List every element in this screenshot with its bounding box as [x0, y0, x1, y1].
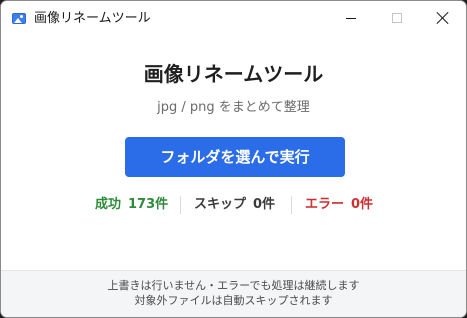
- footer-notes: 上書きは行いません・エラーでも処理は継続します 対象外ファイルは自動スキップされ…: [1, 270, 466, 317]
- stat-success-value: 173件: [128, 197, 169, 212]
- page-subtitle: jpg / png をまとめて整理: [157, 100, 310, 115]
- stat-skip: スキップ 0件: [194, 195, 275, 215]
- image-icon: [12, 13, 26, 24]
- maximize-icon: [392, 13, 402, 23]
- footer-note-overwrite: 上書きは行いません・エラーでも処理は継続します: [107, 279, 360, 292]
- close-button[interactable]: [420, 1, 466, 37]
- title-bar[interactable]: 画像リネームツール: [1, 1, 466, 37]
- stat-divider: [180, 196, 181, 214]
- select-folder-run-button[interactable]: フォルダを選んで実行: [125, 137, 345, 177]
- stat-success-label: 成功: [95, 197, 122, 212]
- page-title: 画像リネームツール: [143, 62, 324, 86]
- stat-skip-label: スキップ: [194, 197, 247, 212]
- stat-error: エラー 0件: [305, 195, 373, 215]
- result-stats: 成功 173件 スキップ 0件 エラー 0件: [1, 195, 466, 215]
- stat-success: 成功 173件: [95, 195, 168, 215]
- footer-note-skip: 対象外ファイルは自動スキップされます: [134, 294, 333, 307]
- stat-error-label: エラー: [305, 197, 345, 212]
- window-title: 画像リネームツール: [34, 11, 151, 26]
- stat-divider: [291, 196, 292, 214]
- stat-error-value: 0件: [351, 197, 374, 212]
- app-window: 画像リネームツール 画像リネームツール jpg / png をまとめて整理 フォ…: [0, 0, 467, 318]
- minimize-icon: [346, 18, 356, 19]
- main-panel: 画像リネームツール jpg / png をまとめて整理 フォルダを選んで実行 成…: [1, 37, 466, 271]
- maximize-button[interactable]: [374, 1, 420, 37]
- minimize-button[interactable]: [328, 1, 374, 37]
- stat-skip-value: 0件: [253, 197, 276, 212]
- close-icon: [437, 12, 449, 24]
